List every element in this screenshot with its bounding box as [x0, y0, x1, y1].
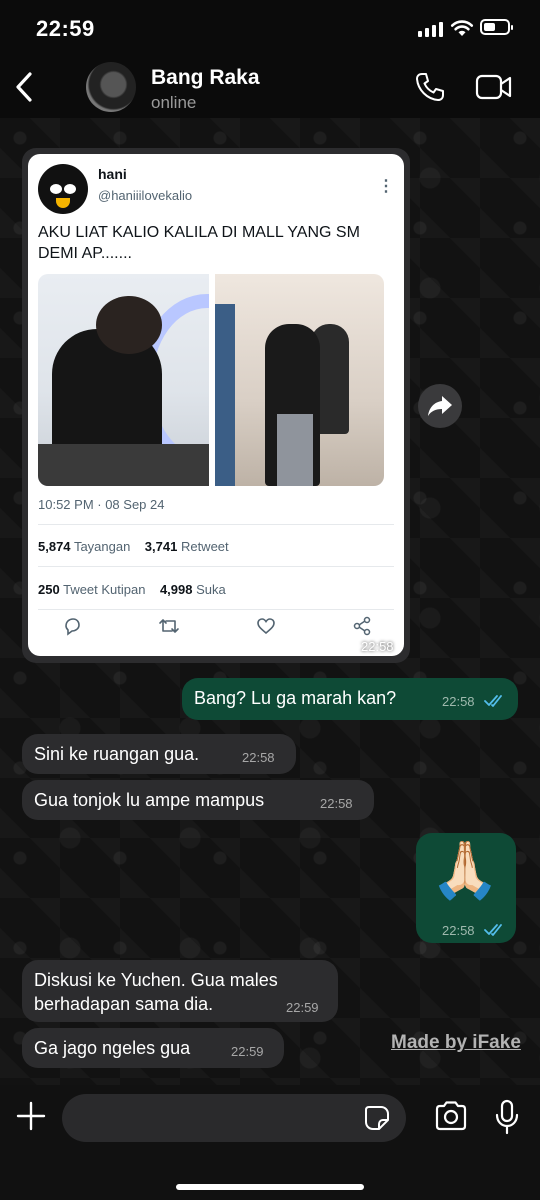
message-time: 22:58	[442, 923, 475, 938]
read-receipt-icon	[484, 924, 502, 936]
message-time: 22:59	[286, 1000, 319, 1015]
message-time: 22:58	[361, 639, 394, 654]
quotes-count: 250	[38, 582, 60, 597]
tweet-stats-views-retweets: 5,874 Tayangan 3,741 Retweet	[38, 539, 229, 554]
incoming-message-bubble[interactable]: Sini ke ruangan gua. 22:58	[22, 734, 296, 774]
message-text-line-2: berhadapan sama dia.	[34, 994, 214, 1014]
outgoing-message-bubble[interactable]: Bang? Lu ga marah kan? 22:58	[182, 678, 518, 720]
forward-arrow-icon	[428, 396, 452, 416]
tweet-actions	[28, 616, 404, 646]
camera-icon[interactable]	[434, 1101, 468, 1131]
message-time: 22:58	[242, 750, 275, 765]
tweet-photo-left	[38, 274, 209, 486]
message-text: Bang? Lu ga marah kan?	[194, 688, 397, 708]
share-icon	[353, 616, 371, 636]
watermark-link: Made by iFake	[391, 1032, 521, 1053]
views-label: Tayangan	[73, 539, 131, 554]
read-receipt-icon	[484, 695, 502, 707]
incoming-message-bubble[interactable]: Diskusi ke Yuchen. Gua males berhadapan …	[22, 960, 338, 1022]
contact-name[interactable]: Bang Raka	[151, 66, 260, 90]
status-bar: 22:59	[0, 0, 540, 56]
retweets-label: Retweet	[180, 539, 229, 554]
incoming-message-bubble[interactable]: Gua tonjok lu ampe mampus 22:58	[22, 780, 374, 820]
tweet-text: AKU LIAT KALIO KALILA DI MALL YANG SM DE…	[38, 224, 360, 262]
divider	[38, 524, 394, 525]
retweet-icon	[159, 619, 179, 633]
message-time: 22:58	[442, 694, 475, 709]
likes-label: Suka	[196, 582, 226, 597]
message-time: 22:59	[231, 1044, 264, 1059]
message-time: 22:58	[320, 796, 353, 811]
chat-header: Bang Raka online	[0, 56, 540, 118]
message-input[interactable]	[62, 1094, 406, 1142]
tweet-author-name: hani	[98, 166, 127, 182]
tweet-card[interactable]: hani @haniiilovekalio ⋮ AKU LIAT KALIO K…	[28, 154, 404, 656]
wifi-icon	[450, 20, 474, 36]
composer-bar	[0, 1085, 540, 1200]
message-text: Sini ke ruangan gua.	[34, 744, 200, 764]
plus-icon[interactable]	[14, 1099, 48, 1133]
tweet-stats-quotes-likes: 250 Tweet Kutipan 4,998 Suka	[38, 582, 226, 597]
status-time: 22:59	[36, 16, 95, 41]
incoming-message-bubble[interactable]: Ga jago ngeles gua 22:59	[22, 1028, 284, 1068]
sticker-icon[interactable]	[364, 1105, 390, 1131]
tweet-author-handle: @haniiilovekalio	[98, 188, 193, 203]
views-count: 5,874	[38, 539, 71, 554]
back-chevron-icon[interactable]	[10, 70, 40, 104]
folded-hands-emoji: 🙏🏻	[430, 838, 500, 901]
tweet-author-avatar	[38, 164, 88, 214]
likes-count: 4,998	[159, 582, 193, 597]
microphone-icon[interactable]	[494, 1099, 520, 1135]
divider	[38, 609, 394, 610]
retweets-count: 3,741	[144, 539, 178, 554]
message-text: Gua tonjok lu ampe mampus	[34, 790, 265, 810]
tweet-image-bubble[interactable]: hani @haniiilovekalio ⋮ AKU LIAT KALIO K…	[22, 148, 410, 663]
message-text-line-1: Diskusi ke Yuchen. Gua males	[34, 970, 278, 990]
like-heart-icon	[257, 618, 275, 635]
phone-call-icon[interactable]	[414, 71, 446, 103]
more-options-icon: ⋮	[378, 178, 394, 195]
reply-icon	[65, 618, 80, 636]
battery-icon	[480, 19, 513, 35]
message-text: Ga jago ngeles gua	[34, 1038, 191, 1058]
tweet-photo-right	[215, 274, 384, 486]
contact-status: online	[151, 93, 197, 112]
quotes-label: Tweet Kutipan	[63, 582, 146, 597]
contact-avatar[interactable]	[86, 62, 136, 112]
video-call-icon[interactable]	[475, 73, 513, 101]
forward-button[interactable]	[418, 384, 462, 428]
tweet-timestamp: 10:52 PM · 08 Sep 24	[38, 497, 165, 512]
home-indicator	[176, 1184, 364, 1190]
divider	[38, 566, 394, 567]
cellular-signal-icon	[418, 22, 443, 37]
outgoing-emoji-bubble[interactable]: 🙏🏻 22:58	[416, 833, 516, 943]
